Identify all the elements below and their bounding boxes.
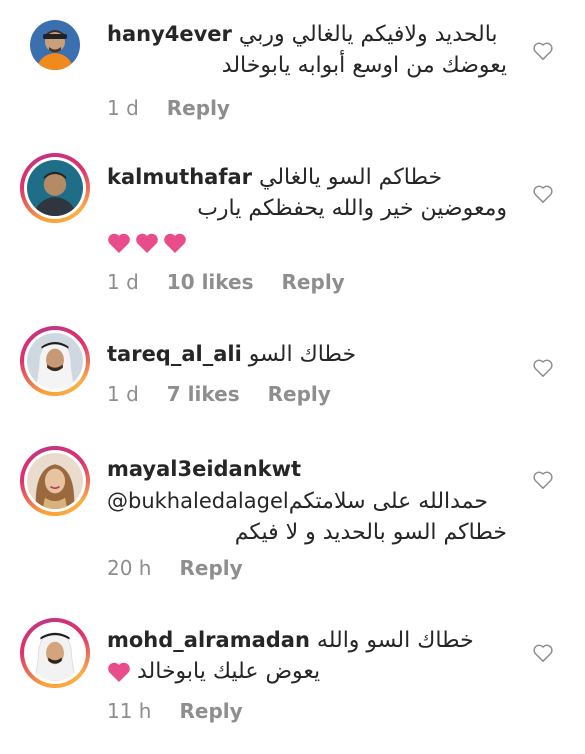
avatar-man-icon [27, 160, 83, 216]
reply-button[interactable]: Reply [179, 556, 242, 580]
heart-outline-icon[interactable] [532, 470, 554, 490]
heart-emoji-icon [108, 233, 130, 253]
comment-text-line2: يعوضك من اوسع أبوابه يابوخالد [221, 53, 507, 78]
heart-outline-icon[interactable] [532, 41, 554, 61]
avatar[interactable] [20, 153, 90, 223]
comment-text: خطاكم السو يالغالي [259, 165, 443, 190]
comment-username[interactable]: mohd_alramadan [107, 628, 310, 652]
comment-text: حمدالله على سلامتكم [288, 489, 489, 514]
comment-username[interactable]: kalmuthafar [107, 165, 252, 189]
comment-time: 20 h [107, 556, 152, 580]
comment-text: خطاك السو والله [316, 628, 474, 653]
heart-outline-icon[interactable] [532, 643, 554, 663]
comment-text-line2: ومعوضين خير والله يحفظكم يارب [197, 196, 507, 221]
avatar-man-ghutra-icon [27, 333, 83, 389]
comment-text-line2: خطاكم السو بالحديد و لا فيكم [234, 520, 507, 545]
comment-time: 1 d [107, 382, 139, 406]
avatar[interactable] [20, 446, 90, 516]
heart-emoji-icon [108, 662, 130, 682]
heart-emoji-icon [164, 233, 186, 253]
comment-text-line2: يعوض عليك يابوخالد [137, 659, 321, 684]
reply-button[interactable]: Reply [268, 382, 331, 406]
mention-link[interactable]: @bukhaledalagel [107, 489, 289, 513]
comment-username[interactable]: mayal3eidankwt [107, 457, 301, 481]
comment-username[interactable]: tareq_al_ali [107, 342, 242, 366]
comment-text: بالحديد ولافيكم يالغالي وربي [238, 22, 498, 47]
avatar[interactable] [20, 326, 90, 396]
avatar[interactable] [20, 618, 90, 688]
comment-username[interactable]: hany4ever [107, 22, 232, 46]
reply-button[interactable]: Reply [282, 270, 345, 294]
comment-text: خطاك السو [248, 342, 357, 367]
comment-time: 1 d [107, 270, 139, 294]
likes-count[interactable]: 10 likes [167, 270, 254, 294]
reply-button[interactable]: Reply [167, 96, 230, 120]
heart-outline-icon[interactable] [532, 184, 554, 204]
reply-button[interactable]: Reply [179, 699, 242, 723]
heart-outline-icon[interactable] [532, 358, 554, 378]
likes-count[interactable]: 7 likes [167, 382, 240, 406]
avatar-man-cap-icon [30, 20, 80, 70]
avatar[interactable] [20, 10, 90, 80]
heart-emoji-icon [136, 233, 158, 253]
avatar-man-ghutra-icon [27, 625, 83, 681]
comment-time: 11 h [107, 699, 152, 723]
heart-emoji-row [107, 225, 527, 261]
avatar-woman-icon [27, 453, 83, 509]
comment-time: 1 d [107, 96, 139, 120]
